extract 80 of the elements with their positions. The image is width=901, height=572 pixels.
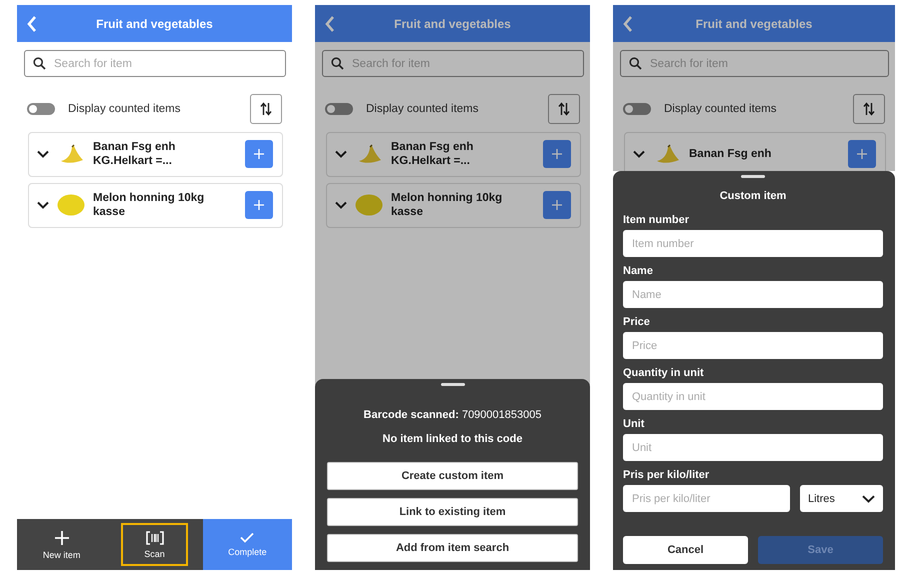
- item-card[interactable]: Banan Fsg enh KG.Helkart =...: [326, 132, 581, 177]
- barcode-text: Barcode scanned: 7090001853005: [362, 409, 542, 421]
- scan-button[interactable]: Scan: [121, 523, 188, 566]
- input-field[interactable]: Price: [623, 332, 883, 359]
- chevron-icon[interactable]: [37, 201, 49, 209]
- chevron-icon[interactable]: [335, 150, 347, 158]
- cancel-button[interactable]: Cancel: [623, 536, 748, 564]
- item-card[interactable]: Melon honning 10kg kasse: [326, 183, 581, 228]
- add-button[interactable]: [245, 191, 273, 219]
- item-name: Melon honning 10kg kasse: [93, 191, 206, 219]
- sort-icon: [863, 102, 875, 116]
- sort-button[interactable]: [853, 94, 885, 124]
- plus-icon: [54, 530, 70, 546]
- page-title: Fruit and vegetables: [393, 16, 512, 30]
- new-item-button[interactable]: New item: [17, 519, 106, 570]
- option-button[interactable]: Create custom item: [327, 462, 578, 490]
- unit-dropdown[interactable]: Litres: [800, 485, 883, 512]
- chevron-icon[interactable]: [335, 201, 347, 209]
- input-field[interactable]: Name: [623, 281, 883, 308]
- search-icon: [629, 57, 642, 70]
- toggle-switch[interactable]: [325, 103, 353, 115]
- input-field[interactable]: Quantity in unit: [623, 383, 883, 410]
- toggle-label: Display counted items: [366, 103, 478, 115]
- item-card[interactable]: Banan Fsg enh KG.Helkart =...: [28, 132, 283, 177]
- toggle-switch[interactable]: [623, 103, 651, 115]
- drag-handle[interactable]: [741, 175, 765, 178]
- field-label: Item number: [623, 214, 690, 226]
- sort-button[interactable]: [250, 94, 282, 124]
- back-icon[interactable]: [325, 16, 335, 32]
- chevron-icon[interactable]: [37, 150, 49, 158]
- back-icon[interactable]: [27, 16, 37, 32]
- chevron-icon: [862, 494, 875, 502]
- sort-icon: [558, 102, 570, 116]
- item-name: Banan Fsg enh: [689, 147, 772, 161]
- complete-button[interactable]: Complete: [202, 519, 292, 570]
- melon-icon: [57, 194, 85, 216]
- page-title: Fruit and vegetables: [694, 16, 814, 30]
- search-field[interactable]: Search for item: [24, 50, 286, 77]
- check-icon: [240, 532, 254, 543]
- status-message: No item linked to this code: [382, 433, 524, 445]
- scan-icon: [146, 530, 164, 544]
- field-label: Unit: [623, 418, 646, 430]
- plus-icon: [254, 149, 264, 159]
- input-field[interactable]: Pris per kilo/liter: [623, 485, 790, 512]
- page-title: Fruit and vegetables: [95, 16, 214, 30]
- search-icon: [331, 57, 344, 70]
- search-field[interactable]: Search for item: [620, 50, 889, 77]
- item-card[interactable]: Melon honning 10kg kasse: [28, 183, 283, 228]
- plus-icon: [552, 149, 562, 159]
- field-label: Name: [623, 265, 654, 277]
- plus-icon: [254, 200, 264, 210]
- add-button[interactable]: [245, 140, 273, 168]
- item-name: Melon honning 10kg kasse: [391, 191, 504, 219]
- plus-icon: [552, 200, 562, 210]
- field-label: Price: [623, 316, 651, 328]
- input-field[interactable]: Unit: [623, 434, 883, 461]
- option-button[interactable]: Link to existing item: [327, 498, 578, 526]
- option-button[interactable]: Add from item search: [327, 534, 578, 562]
- drag-handle[interactable]: [440, 383, 464, 386]
- plus-icon: [857, 149, 867, 159]
- add-button[interactable]: [543, 191, 571, 219]
- add-button[interactable]: [543, 140, 571, 168]
- melon-icon: [355, 194, 383, 216]
- toggle-label: Display counted items: [68, 103, 180, 115]
- search-field[interactable]: Search for item: [322, 50, 584, 77]
- toggle-label: Display counted items: [664, 103, 776, 115]
- field-label: Quantity in unit: [623, 367, 705, 379]
- item-name: Banan Fsg enh KG.Helkart =...: [93, 140, 176, 168]
- input-field[interactable]: Item number: [623, 230, 883, 257]
- search-icon: [33, 57, 46, 70]
- item-card[interactable]: Banan Fsg enh: [624, 132, 886, 171]
- sort-icon: [260, 102, 272, 116]
- toggle-switch[interactable]: [27, 103, 55, 115]
- item-name: Banan Fsg enh KG.Helkart =...: [391, 140, 474, 168]
- sheet-title: Custom item: [718, 190, 788, 202]
- back-icon[interactable]: [623, 16, 633, 32]
- chevron-icon[interactable]: [633, 150, 645, 158]
- field-label: Pris per kilo/liter: [623, 469, 710, 481]
- sort-button[interactable]: [548, 94, 580, 124]
- add-button[interactable]: [848, 140, 876, 168]
